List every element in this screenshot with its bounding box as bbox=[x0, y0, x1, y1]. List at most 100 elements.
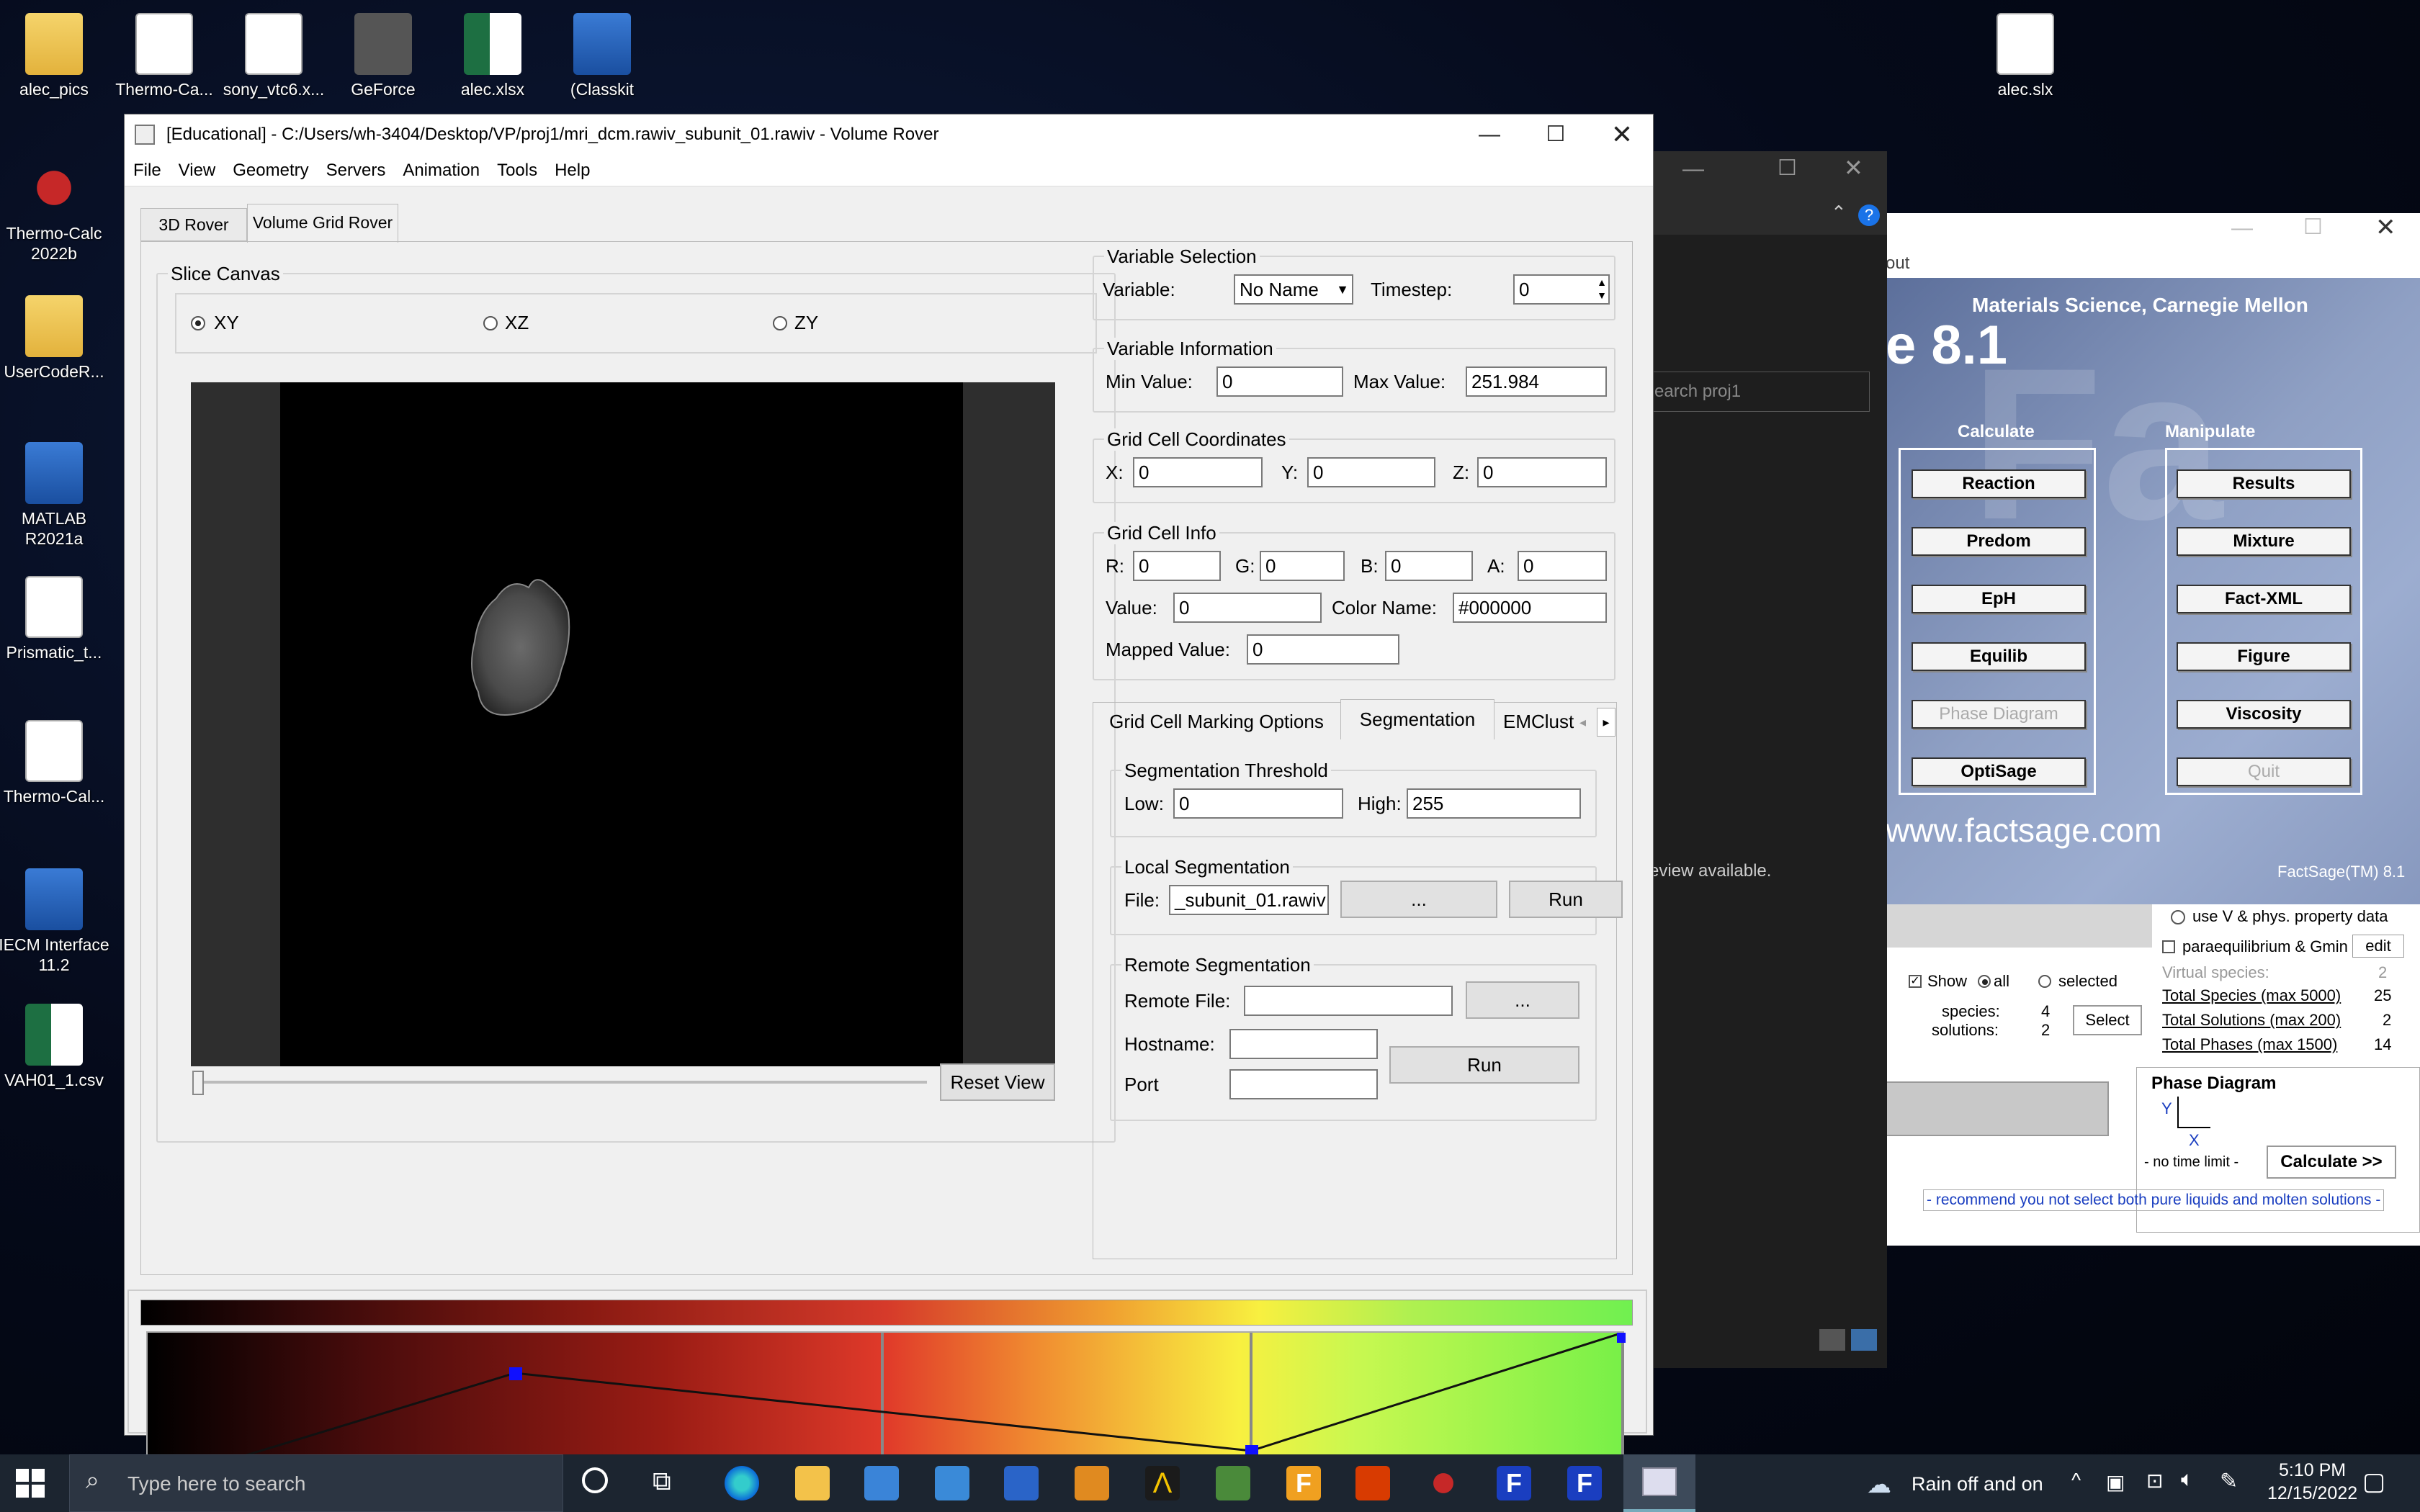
notification-icon[interactable]: ▢ bbox=[2362, 1467, 2385, 1496]
quit-button[interactable]: Quit bbox=[2177, 757, 2351, 786]
thermocalc-icon[interactable] bbox=[1426, 1466, 1461, 1500]
show-checkbox[interactable]: ✓ bbox=[1909, 975, 1922, 988]
hostname-field[interactable] bbox=[1229, 1029, 1378, 1059]
threshold-low-field[interactable]: 0 bbox=[1173, 788, 1343, 819]
min-value-field[interactable]: 0 bbox=[1216, 366, 1343, 397]
fact-xml-button[interactable]: Fact-XML bbox=[2177, 585, 2351, 613]
maximize-icon[interactable]: ☐ bbox=[1523, 114, 1588, 155]
search-field[interactable]: earch proj1 bbox=[1649, 372, 1870, 412]
a-field[interactable]: 0 bbox=[1518, 551, 1607, 581]
remote-file-field[interactable] bbox=[1244, 986, 1453, 1016]
factsage-icon[interactable]: F bbox=[1286, 1466, 1321, 1500]
total-phases-link[interactable]: Total Phases (max 1500) bbox=[2162, 1035, 2337, 1054]
r-field[interactable]: 0 bbox=[1133, 551, 1221, 581]
desktop-icon-thermo-ca[interactable]: Thermo-Ca... bbox=[107, 13, 222, 99]
chevron-up-icon[interactable]: ^ bbox=[2071, 1469, 2081, 1492]
b-field[interactable]: 0 bbox=[1385, 551, 1473, 581]
volume-rover-taskbar-button[interactable] bbox=[1623, 1454, 1695, 1512]
menu-servers[interactable]: Servers bbox=[326, 161, 386, 181]
equilib-button[interactable]: Equilib bbox=[1912, 642, 2086, 671]
local-run-button[interactable]: Run bbox=[1509, 881, 1623, 918]
predom-button[interactable]: Predom bbox=[1912, 527, 2086, 556]
desktop-icon-alec-slx[interactable]: alec.slx bbox=[1968, 13, 2083, 99]
tab-scroll-right-icon[interactable]: ▸ bbox=[1597, 708, 1615, 737]
value-field[interactable]: 0 bbox=[1173, 593, 1322, 623]
app-a-icon[interactable]: Λ bbox=[1145, 1466, 1180, 1500]
phase-diagram-button[interactable]: Phase Diagram bbox=[1912, 700, 2086, 729]
maximize-icon[interactable]: ☐ bbox=[1778, 156, 1797, 181]
app-chart-icon[interactable] bbox=[1216, 1466, 1250, 1500]
viscosity-button[interactable]: Viscosity bbox=[2177, 700, 2351, 729]
powershell-icon[interactable] bbox=[1004, 1466, 1039, 1500]
optisage-button[interactable]: OptiSage bbox=[1912, 757, 2086, 786]
details-view-icon[interactable] bbox=[1819, 1329, 1845, 1351]
mixture-button[interactable]: Mixture bbox=[2177, 527, 2351, 556]
tab-scroll-left-icon[interactable]: ◂ bbox=[1579, 708, 1595, 737]
desktop-icon-alec-xlsx[interactable]: alec.xlsx bbox=[435, 13, 550, 99]
task-view-icon[interactable]: ⧉ bbox=[653, 1466, 671, 1497]
reset-view-button[interactable]: Reset View bbox=[940, 1063, 1055, 1101]
reaction-button[interactable]: Reaction bbox=[1912, 469, 2086, 498]
thumbnail-view-icon[interactable] bbox=[1851, 1329, 1877, 1351]
total-species-link[interactable]: Total Species (max 5000) bbox=[2162, 986, 2341, 1005]
g-field[interactable]: 0 bbox=[1260, 551, 1345, 581]
desktop-icon-vah01[interactable]: VAH01_1.csv bbox=[0, 1004, 112, 1090]
tab-3d-rover[interactable]: 3D Rover bbox=[140, 208, 247, 241]
remote-browse-button[interactable]: ... bbox=[1466, 981, 1579, 1019]
edit-button[interactable]: edit bbox=[2352, 935, 2404, 958]
slice-canvas[interactable] bbox=[191, 382, 1055, 1066]
file-explorer-icon[interactable] bbox=[795, 1466, 830, 1500]
fact-f-icon[interactable]: F bbox=[1497, 1466, 1531, 1500]
desktop-icon-geforce[interactable]: GeForce bbox=[326, 13, 441, 99]
eph-button[interactable]: EpH bbox=[1912, 585, 2086, 613]
desktop-icon-matlab[interactable]: MATLAB R2021a bbox=[0, 442, 112, 549]
max-value-field[interactable]: 251.984 bbox=[1466, 366, 1607, 397]
z-coordinate-field[interactable]: 0 bbox=[1477, 457, 1607, 487]
figure-button[interactable]: Figure bbox=[2177, 642, 2351, 671]
use-v-radio[interactable] bbox=[2171, 910, 2185, 924]
timestep-spinbox[interactable]: 0 ▲ ▼ bbox=[1513, 274, 1610, 305]
minimize-icon[interactable]: — bbox=[1682, 157, 1704, 181]
variable-dropdown[interactable]: No Name ▼ bbox=[1234, 274, 1353, 305]
desktop-icon-prismatic[interactable]: Prismatic_t... bbox=[0, 576, 112, 662]
all-radio[interactable] bbox=[1978, 975, 1991, 988]
taskbar-search-box[interactable]: ⌕ Type here to search bbox=[69, 1454, 563, 1512]
desktop-icon-sony[interactable]: sony_vtc6.x... bbox=[216, 13, 331, 99]
zy-radio[interactable] bbox=[773, 316, 787, 330]
calculate-button[interactable]: Calculate >> bbox=[2267, 1146, 2396, 1179]
desktop-icon-usercode[interactable]: UserCodeR... bbox=[0, 295, 112, 382]
chevron-up-icon[interactable]: ⌃ bbox=[1831, 202, 1847, 224]
minimize-icon[interactable]: — bbox=[2231, 216, 2253, 240]
menu-animation[interactable]: Animation bbox=[403, 161, 480, 181]
help-icon[interactable]: ? bbox=[1858, 204, 1880, 226]
office-icon[interactable] bbox=[1355, 1466, 1390, 1500]
cortana-icon[interactable] bbox=[582, 1467, 608, 1493]
close-icon[interactable]: ✕ bbox=[2375, 213, 2396, 242]
windows-start-icon[interactable] bbox=[16, 1469, 45, 1498]
slice-slider-handle[interactable] bbox=[192, 1071, 204, 1095]
maximize-icon[interactable]: ☐ bbox=[2303, 215, 2323, 240]
mapped-value-field[interactable]: 0 bbox=[1247, 634, 1399, 665]
menu-geometry[interactable]: Geometry bbox=[233, 161, 308, 181]
xz-radio[interactable] bbox=[483, 316, 498, 330]
tab-segmentation[interactable]: Segmentation bbox=[1340, 699, 1494, 739]
menu-help[interactable]: Help bbox=[555, 161, 590, 181]
meet-icon[interactable]: ▣ bbox=[2106, 1470, 2125, 1494]
desktop-icon-thermo-cal[interactable]: Thermo-Cal... bbox=[0, 720, 112, 806]
desktop-icon-thermo-calc-2022b[interactable]: Thermo-Calc 2022b bbox=[0, 157, 112, 264]
slice-slider-track[interactable] bbox=[192, 1081, 927, 1084]
threshold-high-field[interactable]: 255 bbox=[1407, 788, 1581, 819]
desktop-icon-iecm[interactable]: IECM Interface 11.2 bbox=[0, 868, 112, 975]
color-name-field[interactable]: #000000 bbox=[1453, 593, 1607, 623]
local-browse-button[interactable]: ... bbox=[1340, 881, 1497, 918]
volume-icon[interactable]: 🔈︎ bbox=[2181, 1467, 2194, 1492]
fact-f2-icon[interactable]: F bbox=[1567, 1466, 1602, 1500]
store-icon[interactable] bbox=[864, 1466, 899, 1500]
menu-file[interactable]: File bbox=[133, 161, 161, 181]
network-icon[interactable]: ⊡ bbox=[2146, 1469, 2163, 1493]
close-icon[interactable]: ✕ bbox=[1844, 154, 1863, 181]
desktop-icon-alec-pics[interactable]: alec_pics bbox=[0, 13, 112, 99]
total-solutions-link[interactable]: Total Solutions (max 200) bbox=[2162, 1011, 2341, 1030]
local-file-field[interactable]: _subunit_01.rawiv bbox=[1169, 885, 1329, 915]
select-button[interactable]: Select bbox=[2073, 1005, 2142, 1035]
